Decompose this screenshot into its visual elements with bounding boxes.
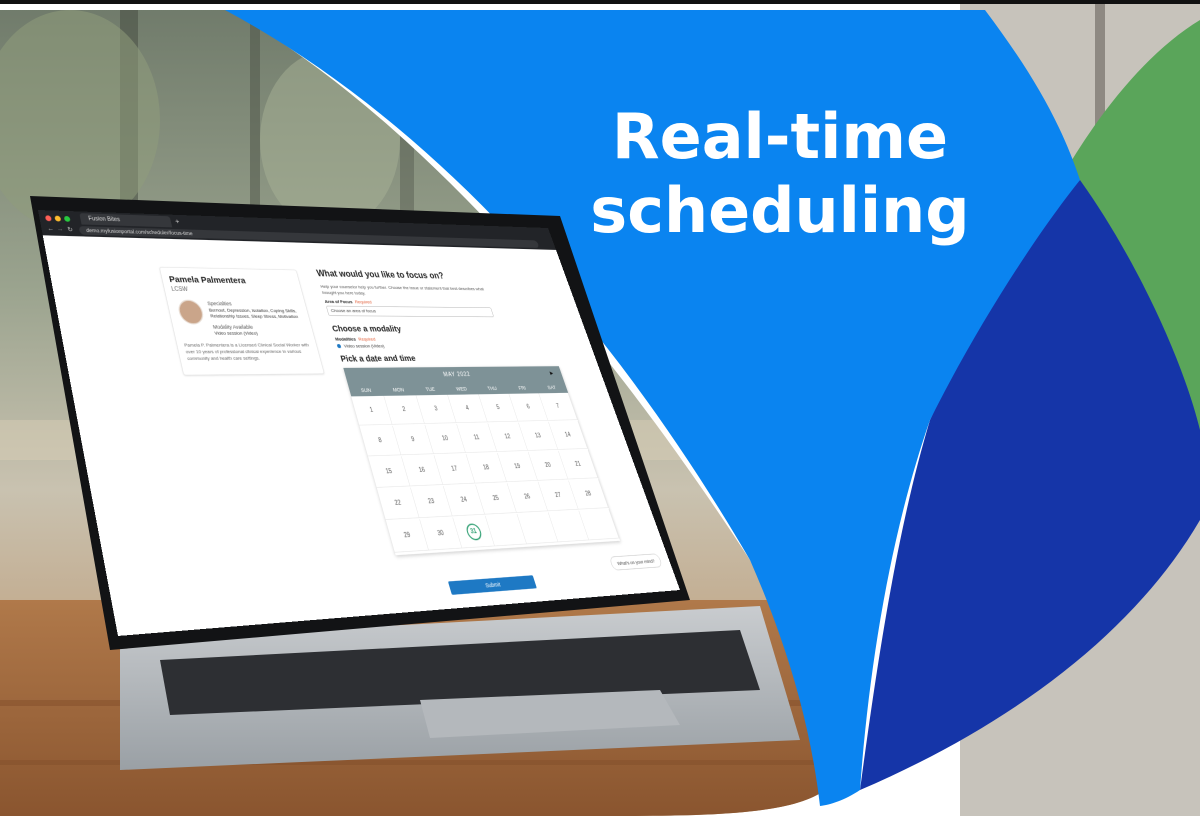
weekday-label: FRI [517,385,527,391]
focus-select[interactable]: Choose an area of focus [325,305,495,318]
submit-label: Submit [484,581,502,589]
calendar: MAY 2022 ▸ SUN MON TUE WED THU FRI SAT 1234567… [343,366,621,556]
modality-title: Choose a modality [330,323,403,334]
calendar-grid: 1 2 3 4 5 6 7 8 9 10 11 12 13 14 15 16 17 18 19 20 21 22 23 24 2… [351,392,620,555]
headline-line2: scheduling [590,174,970,247]
chat-prompt-label: What's on your mind? [616,558,656,567]
modality-label: Modality Available [212,323,254,330]
modality-field-label: Modalities Required [335,337,376,342]
calendar-month-label: MAY 2022 [442,371,472,379]
specialties-label: Specialties [206,300,233,307]
close-dot-icon[interactable] [44,215,52,222]
back-icon[interactable]: ← [47,225,55,232]
headline-line1: Real-time [611,100,949,173]
weekday-label: SAT [546,384,557,391]
focus-required: Required [354,299,373,305]
url-text: demo.myfusionportal.com/scheduler/focus-… [85,227,194,237]
provider-bio: Pamela P. Palmentera is a Licensed Clini… [183,342,310,362]
focus-placeholder: Choose an area of focus [330,308,377,314]
datetime-title: Pick a date and time [339,353,417,364]
forward-icon[interactable]: → [56,225,64,232]
focus-field-label: Area of Focus Required [324,299,372,305]
avatar [176,299,206,325]
promo-stage: Fusion Bites + ← → ↻ demo.myfusionportal… [0,0,1200,816]
weekday-label: WED [455,385,468,392]
focus-title: What would you like to focus on? [315,269,446,281]
weekday-label: MON [392,386,405,393]
weekday-label: TUE [424,386,436,393]
headline: Real-time scheduling [560,100,1000,248]
new-tab-icon[interactable]: + [174,217,180,225]
chat-prompt[interactable]: What's on your mind? [608,553,663,571]
selected-day-ring: 31 [464,523,484,541]
weekday-row: SUN MON TUE WED THU FRI SAT [343,366,559,394]
modality-option[interactable]: Video session (Video) [336,343,386,349]
modality-required: Required [357,336,376,342]
modality-value: Video session (Video) [213,330,259,336]
focus-description: Help your counselor help you further. Ch… [319,283,485,296]
specialties-value: Burnout, Depression, Isolation, Coping S… [208,307,299,320]
maximize-dot-icon[interactable] [63,215,71,222]
radio-selected-icon [336,344,342,349]
modality-label-text: Modalities [334,336,357,342]
provider-credential: LCSW [170,286,189,293]
focus-label-text: Area of Focus [324,299,354,305]
calendar-header: MAY 2022 ▸ SUN MON TUE WED THU FRI SAT [343,366,569,397]
minimize-dot-icon[interactable] [54,215,62,222]
reload-icon[interactable]: ↻ [67,226,74,233]
provider-card: Pamela Palmentera LCSW Specialties Burno… [159,266,325,376]
weekday-label: THU [486,385,498,392]
modality-option-label: Video session (Video) [343,343,386,349]
weekday-label: SUN [360,387,372,394]
provider-name: Pamela Palmentera [168,274,247,286]
browser-tab[interactable]: Fusion Bites [79,213,173,228]
tab-title: Fusion Bites [87,215,121,223]
submit-button[interactable]: Submit [447,575,537,595]
